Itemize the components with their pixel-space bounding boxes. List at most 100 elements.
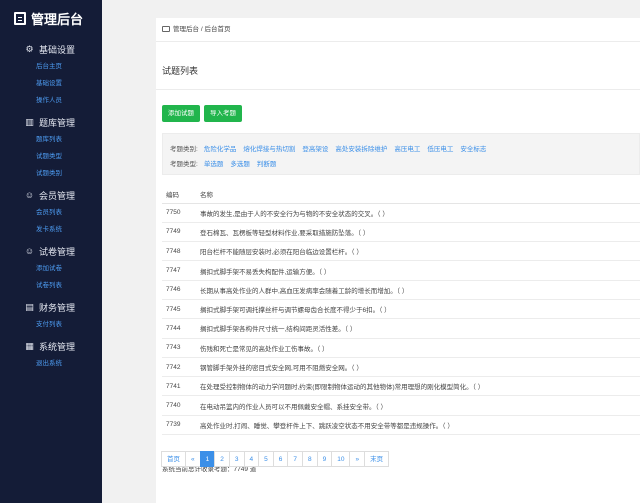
table-row[interactable]: 7742 钢管脚手架外挂的密目式安全网,可用不阻燃安全网。（ ）	[162, 357, 640, 378]
nav-group-label: 基础设置	[39, 44, 76, 55]
question-code: 7750	[162, 203, 200, 223]
page-link[interactable]: 2	[214, 451, 230, 467]
main-content: 管理后台 / 后台首页 试题列表 添加试题 导入考题 考题类别: 危险化学品 熔化…	[156, 18, 640, 503]
filter-panel: 考题类别: 危险化学品 熔化焊接与热切割 登高架设 高处安装拆除维护 高压电工 低压电工安…	[162, 133, 640, 175]
question-text: 在处理受控制物体的动力学问题时,约束(即限制物体运动的其他物体)常用理想的刚化模…	[200, 376, 640, 397]
question-code: 7740	[162, 395, 200, 416]
page-link[interactable]: 3	[228, 451, 245, 467]
type-filter-link[interactable]: 单选题	[204, 158, 224, 168]
column-header-name: 名称	[200, 185, 640, 204]
sidebar-item[interactable]: 试卷列表	[0, 277, 102, 294]
nav-group-label: 题库管理	[39, 117, 76, 128]
nav-group-3[interactable]: ☺ 试卷管理	[0, 242, 102, 260]
gear-icon: ⚙	[25, 43, 34, 54]
nav-group-2[interactable]: ☺ 会员管理	[0, 186, 102, 204]
sidebar-item[interactable]: 题库列表	[0, 131, 102, 148]
action-bar: 添加试题 导入考题	[156, 90, 640, 130]
nav-group-5[interactable]: ▦ 系统管理	[0, 337, 102, 355]
breadcrumb-root[interactable]: 管理后台	[173, 26, 199, 33]
table-row[interactable]: 7747 搁扣式脚手架不易丢失构配件,运输方便。（ ）	[162, 260, 640, 281]
nav-group-label: 试卷管理	[39, 246, 76, 257]
brand-title: 管理后台	[31, 11, 84, 27]
category-filter-link[interactable]: 危险化学品	[204, 143, 237, 153]
sidebar-item[interactable]: 会员列表	[0, 204, 102, 221]
books-icon: ▥	[25, 116, 34, 127]
sidebar-item[interactable]: 添加试卷	[0, 260, 102, 277]
question-text: 搁扣式脚手架可调托撑丝杆与调节螺母齿合长度不得少于6扣。（ ）	[200, 299, 640, 320]
user-icon: ☺	[24, 190, 35, 200]
column-header-code: 编码	[162, 185, 200, 204]
type-filter-link[interactable]: 判断题	[257, 158, 277, 168]
question-code: 7744	[162, 318, 200, 339]
nav-group-label: 会员管理	[39, 190, 76, 201]
page-link[interactable]: 10	[331, 451, 351, 467]
nav-group-4[interactable]: ▤ 财务管理	[0, 298, 102, 316]
question-text: 钢管脚手架外挂的密目式安全网,可用不阻燃安全网。（ ）	[200, 357, 640, 378]
import-questions-button[interactable]: 导入考题	[204, 105, 242, 122]
category-filter-link[interactable]: 登高架设	[302, 143, 328, 153]
table-row[interactable]: 7748 阳台栏杆不能随层安装时,必须在阳台临边设置栏杆。（ ）	[162, 241, 640, 262]
table-row[interactable]: 7739 高处作业时,打闹、睡觉、攀登杆件上下、跳跃凌空状态不用安全带等都是违规操…	[162, 415, 640, 436]
sidebar-item[interactable]: 试题类别	[0, 165, 102, 182]
table-header-row: 编码 名称	[162, 185, 640, 204]
table-row[interactable]: 7749 登石棉瓦、瓦楞板等轻型材料作业,要采取措施防坠落。（ ）	[162, 222, 640, 243]
page-link[interactable]: 7	[287, 451, 303, 467]
add-question-button[interactable]: 添加试题	[162, 105, 200, 122]
category-filter-link[interactable]: 安全标志	[460, 143, 486, 153]
question-text: 登石棉瓦、瓦楞板等轻型材料作业,要采取措施防坠落。（ ）	[200, 222, 640, 243]
page-link[interactable]: «	[185, 451, 201, 467]
page-link[interactable]: 首页	[161, 451, 186, 467]
nav-group-label: 财务管理	[39, 302, 76, 313]
pagination: 首页 «1 2 3 4 5 6 7 8 9 10» 末页	[161, 451, 390, 467]
sidebar-item[interactable]: 后台主页	[0, 58, 102, 75]
table-row[interactable]: 7741 在处理受控制物体的动力学问题时,约束(即限制物体运动的其他物体)常用理想…	[162, 376, 640, 397]
question-text: 伤残和死亡是常见的高处作业工伤事故。（ ）	[200, 338, 640, 358]
table-row[interactable]: 7743 伤残和死亡是常见的高处作业工伤事故。（ ）	[162, 338, 640, 358]
sidebar-item[interactable]: 支付列表	[0, 316, 102, 333]
sidebar-item[interactable]: 操作人员	[0, 92, 102, 109]
question-code: 7749	[162, 222, 200, 243]
page-link[interactable]: 6	[272, 451, 289, 467]
page-link[interactable]: 8	[302, 451, 318, 467]
category-filter-link[interactable]: 低压电工	[427, 143, 453, 153]
question-text: 长期从事高处作业的人群中,高血压发病率会随着工龄的增长而增加。（ ）	[200, 280, 640, 300]
type-filter-row: 考题类型: 单选题 多选题 判断题	[170, 155, 632, 170]
brand[interactable]: 管理后台	[0, 0, 102, 36]
question-code: 7748	[162, 241, 200, 262]
category-filter-label: 考题类别:	[170, 145, 198, 153]
breadcrumb-current: 后台首页	[204, 26, 231, 33]
page-link[interactable]: 1	[199, 451, 216, 467]
sidebar: 管理后台 ⚙ 基础设置 后台主页 基础设置 操作人员 ▥ 题库管理 题库列表 试题类型 试题类别 ☺…	[0, 0, 102, 503]
table-row[interactable]: 7750 事故的发生,是由于人的不安全行为与物的不安全状态的交叉。（ ）	[162, 203, 640, 223]
sidebar-item[interactable]: 试题类型	[0, 148, 102, 165]
page-link[interactable]: »	[349, 451, 366, 467]
table-row[interactable]: 7745 搁扣式脚手架可调托撑丝杆与调节螺母齿合长度不得少于6扣。（ ）	[162, 299, 640, 320]
nav-group-0[interactable]: ⚙ 基础设置	[0, 40, 102, 58]
question-text: 阳台栏杆不能随层安装时,必须在阳台临边设置栏杆。（ ）	[200, 241, 640, 262]
page-link[interactable]: 9	[316, 451, 333, 467]
sidebar-item[interactable]: 发卡系统	[0, 221, 102, 238]
system-icon: ▦	[25, 340, 34, 351]
page-link[interactable]: 4	[243, 451, 260, 467]
question-code: 7746	[162, 280, 200, 300]
breadcrumb-separator: /	[200, 26, 203, 33]
question-text: 搁扣式脚手架各构件尺寸统一,结构间距灵活性差。（ ）	[200, 318, 640, 339]
category-filter-link[interactable]: 熔化焊接与热切割	[243, 143, 295, 153]
page-link[interactable]: 5	[258, 451, 274, 467]
sidebar-item[interactable]: 退出系统	[0, 355, 102, 372]
table-row[interactable]: 7740 在电动吊篮内的作业人员可以不用佩戴安全帽、系挂安全带。（ ）	[162, 395, 640, 416]
question-code: 7739	[162, 415, 200, 436]
type-filter-link[interactable]: 多选题	[230, 158, 250, 168]
nav-group-1[interactable]: ▥ 题库管理	[0, 113, 102, 131]
table-row[interactable]: 7744 搁扣式脚手架各构件尺寸统一,结构间距灵活性差。（ ）	[162, 318, 640, 339]
table-row[interactable]: 7746 长期从事高处作业的人群中,高血压发病率会随着工龄的增长而增加。（ ）	[162, 280, 640, 300]
page-title: 试题列表	[156, 52, 640, 90]
sidebar-item[interactable]: 基础设置	[0, 75, 102, 92]
breadcrumb: 管理后台 / 后台首页	[156, 18, 640, 42]
question-text: 事故的发生,是由于人的不安全行为与物的不安全状态的交叉。（ ）	[200, 203, 640, 223]
question-code: 7743	[162, 338, 200, 358]
page-link[interactable]: 末页	[364, 451, 390, 467]
category-filter-link[interactable]: 高处安装拆除维护	[335, 143, 387, 153]
category-filter-link[interactable]: 高压电工	[394, 143, 420, 153]
admin-logo-icon	[14, 11, 26, 25]
